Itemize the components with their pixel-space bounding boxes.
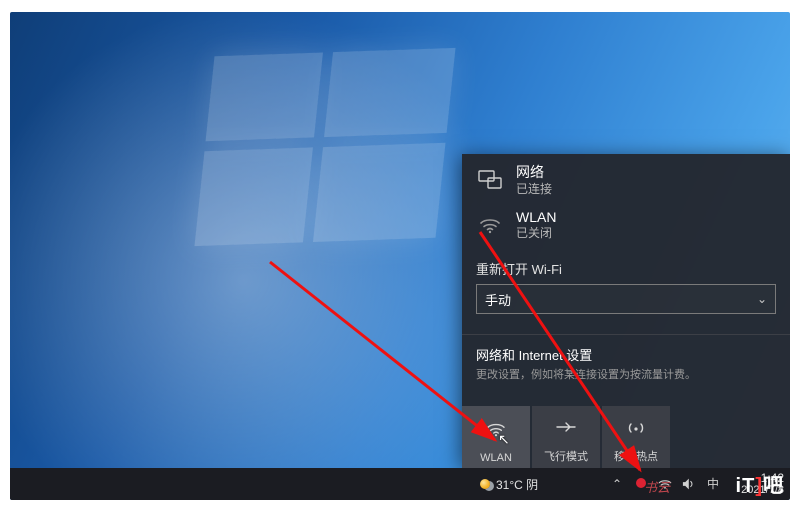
windows-logo-glyph: [194, 48, 455, 246]
taskbar-time: 1:42: [730, 472, 784, 485]
tile-hotspot-label: 移动热点: [614, 448, 658, 464]
tile-wlan[interactable]: WLAN: [462, 406, 530, 468]
network-flyout: 网络 已连接 WLAN 已关闭 重新打开 Wi-Fi 手动: [462, 154, 790, 468]
taskbar-date: 2021/7/8: [730, 485, 784, 497]
airplane-icon: [556, 406, 576, 448]
tile-airplane[interactable]: 飞行模式: [532, 406, 600, 468]
network-settings-title: 网络和 Internet 设置: [476, 345, 776, 364]
chevron-down-icon: ⌄: [757, 292, 767, 306]
record-icon[interactable]: [634, 477, 648, 491]
wifi-off-icon: [476, 216, 504, 234]
taskbar-weather[interactable]: 31°C 阴: [480, 476, 538, 493]
weather-text: 31°C 阴: [496, 476, 538, 493]
reopen-wifi-dropdown[interactable]: 手动 ⌄: [476, 284, 776, 314]
reopen-wifi-section: 重新打开 Wi-Fi 手动 ⌄: [462, 249, 790, 320]
network-settings-sub: 更改设置，例如将某连接设置为按流量计费。: [476, 366, 776, 382]
ethernet-icon: [476, 170, 504, 190]
network-item-ethernet[interactable]: 网络 已连接: [462, 154, 790, 205]
tray-volume-icon[interactable]: [682, 478, 696, 490]
weather-icon: [480, 479, 490, 489]
network-settings-link[interactable]: 网络和 Internet 设置 更改设置，例如将某连接设置为按流量计费。: [462, 345, 790, 392]
taskbar-clock[interactable]: 1:42 2021/7/8: [730, 472, 784, 496]
divider: [462, 334, 790, 335]
wlan-item-title: WLAN: [516, 209, 556, 227]
network-item-status: 已连接: [516, 182, 552, 197]
tile-hotspot[interactable]: 移动热点: [602, 406, 670, 468]
tray-overflow-chevron-icon[interactable]: ⌃: [610, 477, 624, 491]
network-item-wlan[interactable]: WLAN 已关闭: [462, 205, 790, 250]
quick-action-tiles: WLAN 飞行模式 移动热点: [462, 406, 790, 468]
tray-network-icon[interactable]: [658, 478, 672, 490]
network-item-title: 网络: [516, 164, 552, 182]
taskbar: 31°C 阴 ⌃ 中 1:42 2021/7/8: [10, 468, 790, 500]
wlan-item-status: 已关闭: [516, 226, 556, 241]
wifi-icon: [485, 406, 507, 452]
reopen-wifi-label: 重新打开 Wi-Fi: [476, 259, 776, 278]
tray-ime-indicator[interactable]: 中: [706, 475, 720, 492]
tile-airplane-label: 飞行模式: [544, 448, 588, 464]
tile-wlan-label: WLAN: [480, 452, 512, 464]
system-tray: ⌃ 中 1:42 2021/7/8: [610, 472, 784, 496]
reopen-wifi-value: 手动: [485, 290, 511, 309]
hotspot-icon: [626, 406, 646, 448]
